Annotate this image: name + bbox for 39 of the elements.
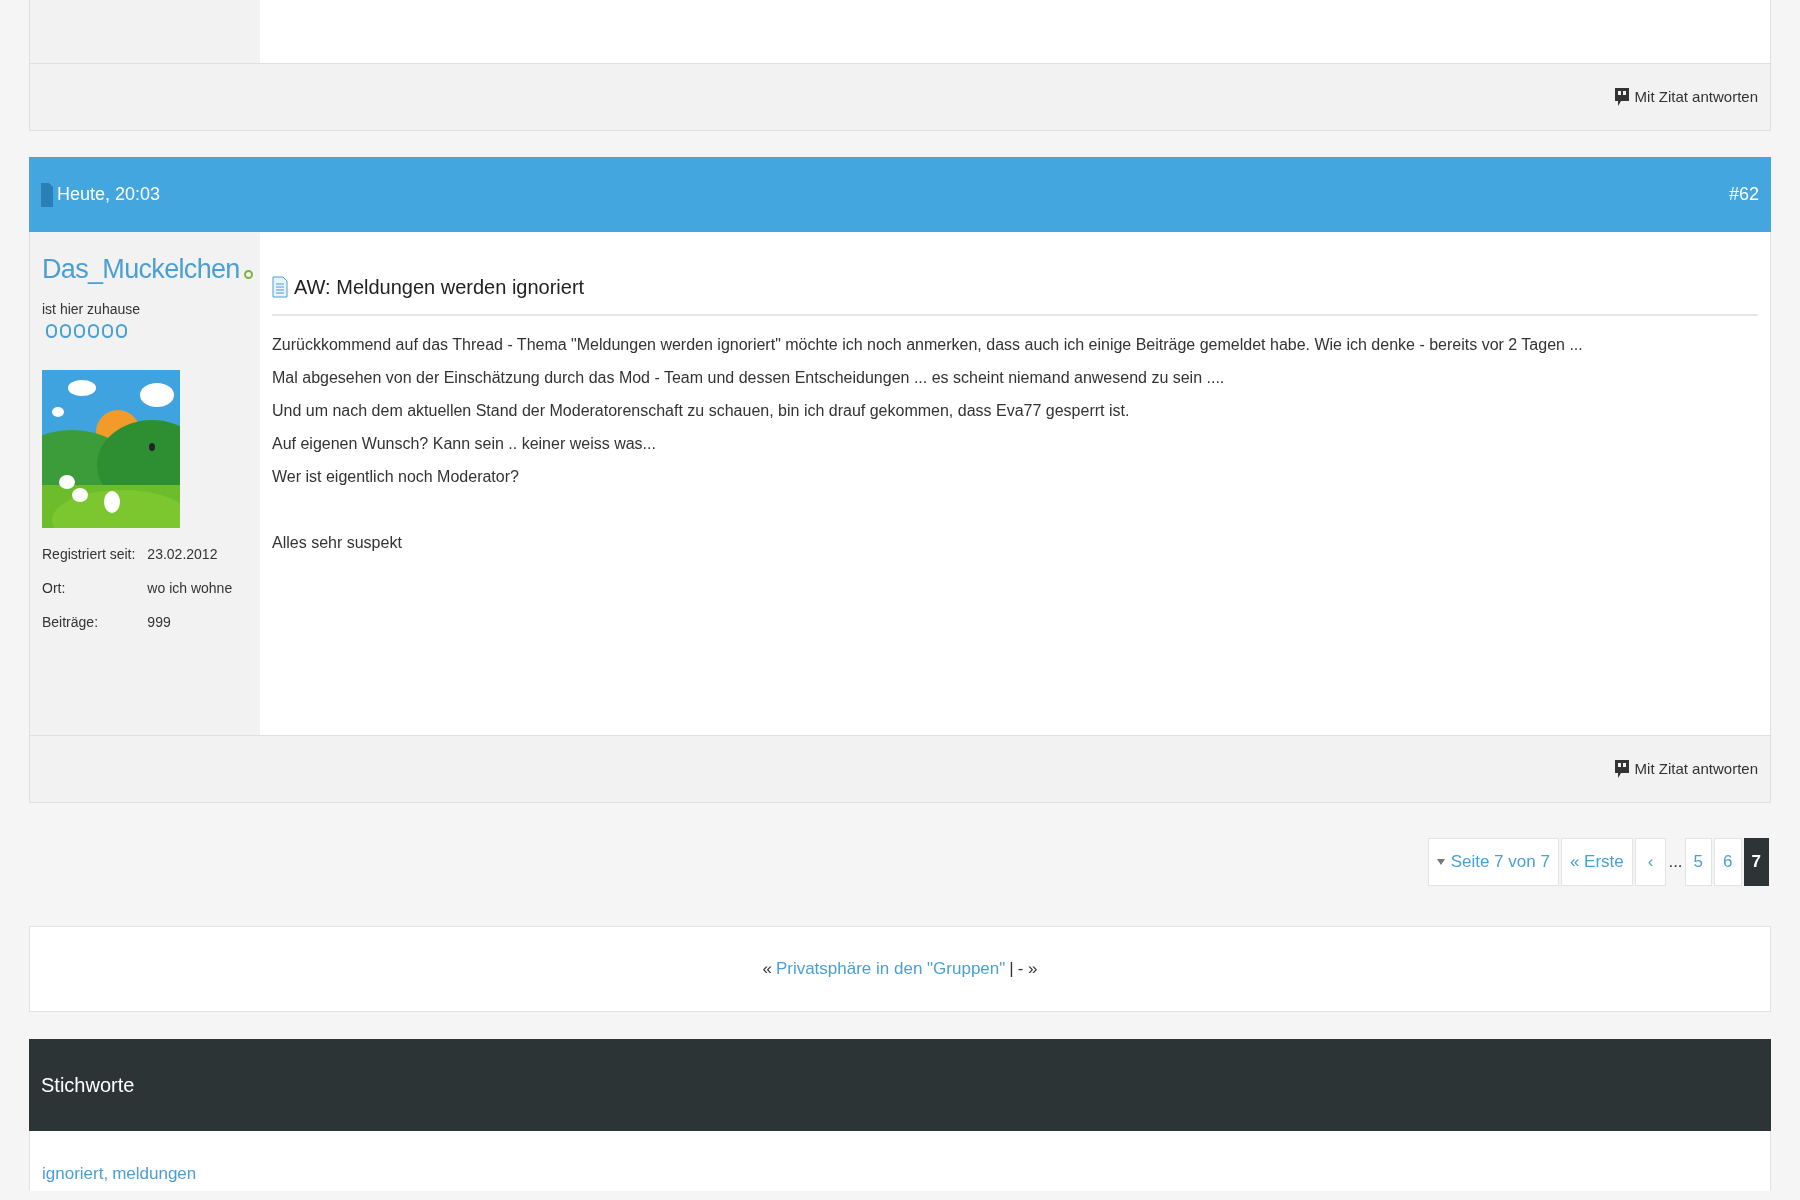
detail-value: 23.02.2012	[147, 545, 219, 564]
detail-value: wo ich wohne	[147, 579, 234, 598]
nav-marker: «	[762, 958, 772, 981]
tags-title: Stichworte	[41, 1073, 135, 1098]
post-number-link[interactable]: #62	[1728, 181, 1759, 208]
page-link[interactable]: 7	[1743, 838, 1769, 886]
user-rank: ist hier zuhause	[42, 300, 142, 319]
post-text: Alles sehr suspekt	[272, 533, 403, 553]
page-link[interactable]: 6	[1714, 838, 1742, 886]
detail-label: Registriert seit:	[42, 545, 136, 564]
reply-with-quote-button[interactable]: Mit Zitat antworten	[1614, 85, 1758, 109]
previous-thread-link[interactable]: Privatsphäre in den "Gruppen"	[775, 956, 1006, 982]
tag-link[interactable]: meldungen	[112, 1161, 197, 1191]
post-text: Mal abgesehen von der Einschätzung durch das Mod - Team und dessen Entscheidungen ... es scheint niemand anwesend zu sein ....	[272, 368, 1226, 388]
username-link[interactable]: Das_Muckelchen	[42, 256, 240, 283]
tag-separator: ,	[103, 1163, 109, 1185]
detail-value: 999	[147, 613, 172, 632]
first-page-link[interactable]: « Erste	[1560, 838, 1633, 886]
post-date: Heute, 20:03	[57, 183, 161, 206]
page-jump-dropdown[interactable]: Seite 7 von 7	[1427, 838, 1559, 886]
reply-with-quote-button[interactable]: Mit Zitat antworten	[1614, 757, 1758, 781]
nav-separator: |	[1009, 958, 1014, 981]
document-icon	[41, 182, 53, 207]
caret-icon	[1436, 859, 1445, 865]
next-thread-text: - »	[1017, 958, 1038, 981]
post-title: AW: Meldungen werden ignoriert	[294, 275, 585, 300]
post-text: Zurückkommend auf das Thread - Thema "Meldungen werden ignoriert" möchte ich noch anmerken, dass auch ich einige Beiträge gemeldet habe. Wie ich denke - bereits vor 2 Tagen ...	[272, 335, 1584, 355]
previous-page-link[interactable]: ‹	[1634, 838, 1667, 886]
quote-icon	[1614, 88, 1629, 106]
post-text: Auf eigenen Wunsch? Kann sein .. keiner weiss was...	[272, 434, 657, 454]
detail-label: Ort:	[42, 579, 67, 598]
pagination-ellipsis: ...	[1668, 850, 1683, 873]
document-icon	[272, 276, 288, 298]
post-text: Und um nach dem aktuellen Stand der Moderatorenschaft zu schauen, bin ich drauf gekommen, dass Eva77 gesperrt ist.	[272, 401, 1131, 421]
post-text: Wer ist eigentlich noch Moderator?	[272, 467, 520, 487]
quote-icon	[1614, 760, 1629, 778]
page-link[interactable]: 5	[1684, 838, 1713, 886]
detail-label: Beiträge:	[42, 613, 100, 632]
tag-link[interactable]: ignoriert	[42, 1161, 104, 1191]
